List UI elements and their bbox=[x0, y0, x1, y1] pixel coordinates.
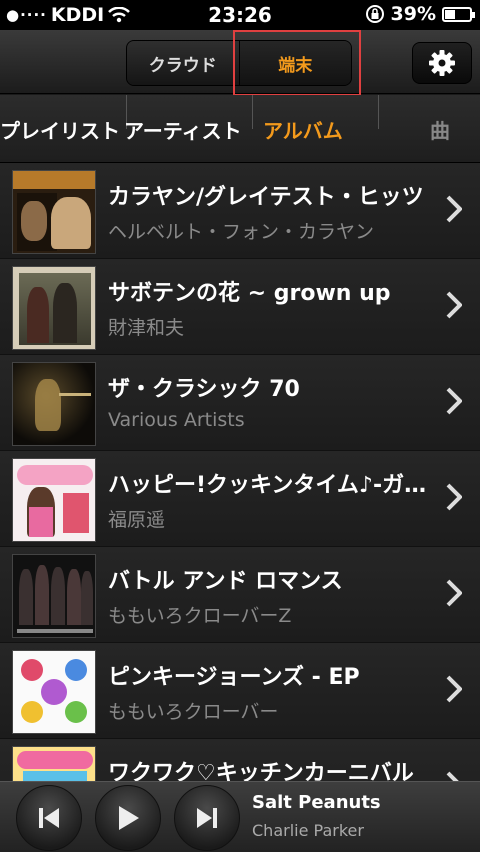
album-artist: ももいろクローバー bbox=[108, 701, 279, 723]
album-art bbox=[12, 362, 96, 446]
play-button[interactable] bbox=[95, 785, 161, 851]
album-title: カラヤン/グレイテスト・ヒッツ bbox=[108, 185, 424, 210]
chevron-right-icon bbox=[446, 387, 462, 415]
album-title: ハッピー!クッキンタイム♪-ガクショク bbox=[108, 473, 430, 498]
album-row[interactable]: ワクワク♡キッチンカーニバル bbox=[0, 739, 480, 781]
album-artist: ももいろクローバーZ bbox=[108, 605, 292, 627]
album-title: サボテンの花 ~ grown up bbox=[108, 281, 391, 306]
album-row[interactable]: カラヤン/グレイテスト・ヒッツ ヘルベルト・フォン・カラヤン bbox=[0, 163, 480, 259]
album-art bbox=[12, 458, 96, 542]
chevron-right-icon bbox=[446, 771, 459, 781]
album-art bbox=[12, 266, 96, 350]
album-row[interactable]: ザ・クラシック 70 Various Artists bbox=[0, 355, 480, 451]
album-row[interactable]: ピンキージョーンズ - EP ももいろクローバー bbox=[0, 643, 480, 739]
rotation-lock-icon bbox=[365, 5, 384, 23]
album-art bbox=[12, 650, 96, 734]
tab-song[interactable]: 曲 bbox=[430, 115, 450, 144]
chevron-right-icon bbox=[446, 291, 462, 319]
settings-button[interactable] bbox=[412, 42, 472, 84]
album-title: ピンキージョーンズ - EP bbox=[108, 665, 360, 690]
chevron-right-icon bbox=[446, 675, 462, 703]
chevron-right-icon bbox=[446, 195, 462, 223]
album-art bbox=[12, 170, 96, 254]
cloud-tab[interactable]: クラウド bbox=[127, 41, 240, 85]
tab-divider bbox=[252, 95, 253, 129]
previous-button[interactable] bbox=[16, 785, 82, 851]
chevron-right-icon bbox=[446, 579, 462, 607]
album-artist: 財津和夫 bbox=[108, 317, 185, 339]
category-tabs: プレイリスト アーティスト アルバム 曲 bbox=[0, 95, 480, 163]
now-playing-bar: Salt Peanuts Charlie Parker bbox=[0, 781, 480, 852]
next-button[interactable] bbox=[174, 785, 240, 851]
now-playing-title[interactable]: Salt Peanuts bbox=[252, 792, 381, 813]
header-bar: クラウド 端末 bbox=[0, 30, 480, 96]
battery-icon bbox=[442, 6, 475, 22]
highlight-box bbox=[233, 30, 361, 96]
album-title: バトル アンド ロマンス bbox=[108, 569, 343, 594]
now-playing-artist[interactable]: Charlie Parker bbox=[252, 821, 364, 840]
play-icon bbox=[119, 806, 139, 830]
album-title: ザ・クラシック 70 bbox=[108, 377, 300, 402]
tab-artist[interactable]: アーティスト bbox=[124, 115, 242, 144]
album-artist: Various Artists bbox=[108, 409, 245, 431]
status-right: 39% bbox=[365, 3, 475, 25]
album-list[interactable]: カラヤン/グレイテスト・ヒッツ ヘルベルト・フォン・カラヤン サボテンの花 ~ … bbox=[0, 163, 480, 781]
tab-album[interactable]: アルバム bbox=[263, 115, 343, 144]
battery-percent: 39% bbox=[390, 3, 436, 25]
album-row[interactable]: サボテンの花 ~ grown up 財津和夫 bbox=[0, 259, 480, 355]
gear-icon bbox=[429, 50, 455, 76]
album-art bbox=[12, 554, 96, 638]
album-artist: ヘルベルト・フォン・カラヤン bbox=[108, 221, 375, 243]
album-artist: 福原遥 bbox=[108, 509, 166, 531]
status-bar: ●···· KDDI 23:26 39% bbox=[0, 0, 480, 30]
skip-next-icon bbox=[197, 808, 217, 828]
chevron-right-icon bbox=[446, 483, 462, 511]
tab-divider bbox=[378, 95, 379, 129]
album-art bbox=[12, 746, 96, 781]
tab-playlist[interactable]: プレイリスト bbox=[0, 115, 120, 144]
album-row[interactable]: ハッピー!クッキンタイム♪-ガクショク 福原遥 bbox=[0, 451, 480, 547]
album-title: ワクワク♡キッチンカーニバル bbox=[108, 761, 414, 781]
album-row[interactable]: バトル アンド ロマンス ももいろクローバーZ bbox=[0, 547, 480, 643]
skip-previous-icon bbox=[39, 808, 59, 828]
